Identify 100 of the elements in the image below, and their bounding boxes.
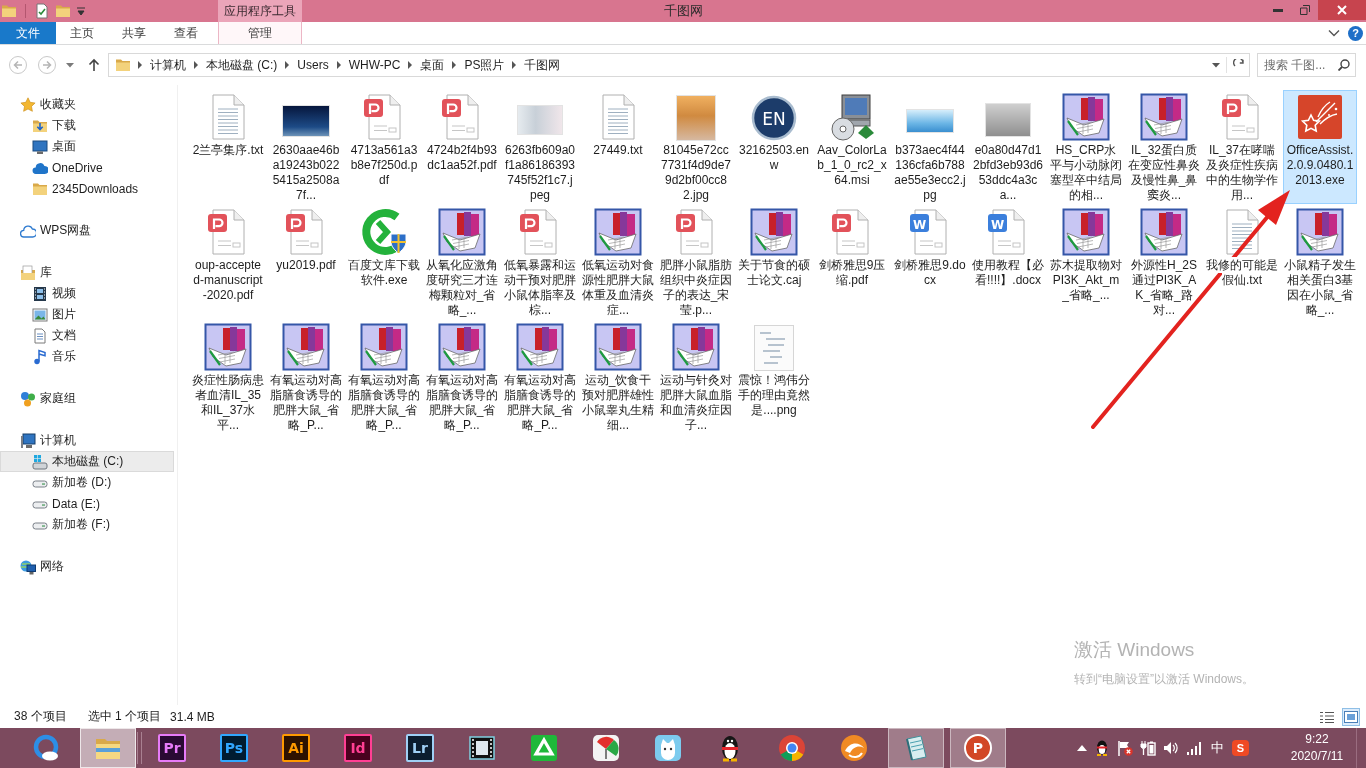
film-icon: [32, 285, 48, 302]
speaker-icon[interactable]: [1163, 740, 1179, 756]
large-icons-view-icon: [1344, 710, 1358, 723]
file-item[interactable]: EN 32162503.enw: [737, 90, 811, 204]
file-item[interactable]: 我修的可能是假仙.txt: [1205, 205, 1279, 319]
properties-icon[interactable]: [34, 3, 50, 19]
nav-item[interactable]: Data (E:): [0, 493, 174, 514]
nav-item[interactable]: 本地磁盘 (C:): [0, 451, 174, 472]
clock[interactable]: 9:22 2020/7/11: [1286, 728, 1348, 768]
penguin-icon[interactable]: [1094, 740, 1110, 756]
books-icon: [1140, 208, 1188, 256]
photo-placeholder: [906, 109, 954, 133]
cloud-icon: [20, 222, 36, 239]
nav-item[interactable]: 家庭组: [0, 388, 174, 409]
breadcrumb-item[interactable]: 桌面: [419, 56, 446, 74]
nav-item[interactable]: 计算机: [0, 430, 174, 451]
selection-count: 选中 1 个项目: [87, 708, 162, 725]
books-icon: [438, 323, 486, 371]
flag-error-icon[interactable]: [1117, 740, 1133, 756]
file-item[interactable]: OfficeAssist.2.0.9.0480.12013.exe: [1283, 90, 1357, 204]
nav-item[interactable]: 视频: [0, 283, 174, 304]
file-item[interactable]: 震惊！鸿伟分手的理由竟然是....png: [737, 320, 811, 434]
file-item[interactable]: W 使用教程【必看!!!!】.docx: [971, 205, 1045, 319]
taskbar-button[interactable]: Lr: [392, 728, 448, 768]
address-bar[interactable]: 计算机 本地磁盘 (C:) Users WHW-PC 桌面 PS照片 千图网: [108, 53, 1250, 77]
file-item[interactable]: 剑桥雅思9压缩.pdf: [815, 205, 889, 319]
chevron-down-icon[interactable]: [1328, 29, 1340, 37]
input-mode-indicator[interactable]: 中: [1209, 739, 1225, 757]
taskbar-button[interactable]: Ai: [268, 728, 324, 768]
books-icon: [438, 208, 486, 256]
ribbon-tab[interactable]: 管理: [218, 22, 302, 44]
nav-item[interactable]: 新加卷 (D:): [0, 472, 174, 493]
chevron-right-icon: [407, 61, 414, 69]
up-arrow-icon[interactable]: [88, 58, 100, 72]
file-item[interactable]: yu2019.pdf: [269, 205, 343, 319]
nav-item[interactable]: 2345Downloads: [0, 178, 174, 199]
breadcrumb-item[interactable]: 本地磁盘 (C:): [205, 56, 279, 74]
nav-item[interactable]: 新加卷 (F:): [0, 514, 174, 535]
file-item[interactable]: oup-accepted-manuscript-2020.pdf: [191, 205, 265, 319]
file-item[interactable]: 2兰亭集序.txt: [191, 90, 265, 204]
books-icon: [360, 323, 408, 371]
books-icon: [1062, 93, 1110, 141]
file-item[interactable]: 外源性H_2S通过PI3K_AK_省略_路对...: [1127, 205, 1201, 319]
nav-item[interactable]: 下载: [0, 115, 174, 136]
file-item[interactable]: W 剑桥雅思9.docx: [893, 205, 967, 319]
round-logo-icon: EN: [751, 95, 797, 141]
taskbar-button[interactable]: Ps: [206, 728, 262, 768]
breadcrumb-item[interactable]: PS照片: [463, 56, 506, 74]
nav-item[interactable]: 图片: [0, 304, 174, 325]
file-item[interactable]: 百度文库下载软件.exe: [347, 205, 421, 319]
file-tab[interactable]: 文件: [0, 22, 56, 44]
file-item[interactable]: 4713a561a3b8e7f250d.pdf: [347, 90, 421, 204]
ribbon-tab[interactable]: 主页: [56, 22, 108, 44]
nav-item[interactable]: 库: [0, 262, 174, 283]
taskbar-button[interactable]: Id: [330, 728, 386, 768]
chevron-right-icon: [193, 61, 199, 69]
installer-icon: [828, 93, 876, 141]
caret-up-icon[interactable]: [1077, 745, 1087, 751]
breadcrumb-item[interactable]: 计算机: [149, 56, 187, 74]
nav-item[interactable]: 网络: [0, 556, 174, 577]
view-button[interactable]: [1342, 707, 1360, 726]
restore-icon: [1299, 5, 1310, 15]
circle-logo-icon: [778, 734, 806, 762]
breadcrumb-item[interactable]: Users: [296, 56, 330, 74]
nav-item[interactable]: OneDrive: [0, 157, 174, 178]
signal-icon[interactable]: [1186, 740, 1202, 756]
triangle-logo-icon: [530, 734, 558, 762]
search-field[interactable]: 搜索 千图...: [1257, 53, 1356, 77]
nav-item[interactable]: 音乐: [0, 346, 174, 367]
photo-placeholder: [676, 95, 716, 141]
close-button[interactable]: [1318, 0, 1366, 20]
caret-down-icon[interactable]: [66, 62, 74, 68]
computer-icon: [20, 432, 36, 449]
breadcrumb-item[interactable]: WHW-PC: [347, 56, 402, 74]
item-count: 38 个项目: [14, 708, 67, 725]
chevron-right-icon: [137, 61, 143, 69]
ribbon-tab[interactable]: 查看: [160, 22, 212, 44]
document-thumbnail: [754, 325, 794, 371]
file-item[interactable]: Aav_ColorLab_1_0_rc2_x64.msi: [815, 90, 889, 204]
input-method-icon[interactable]: S: [1232, 740, 1249, 756]
nav-item[interactable]: 文档: [0, 325, 174, 346]
taskbar-button[interactable]: Pr: [144, 728, 200, 768]
file-item[interactable]: 关于节食的硕士论文.caj: [737, 205, 811, 319]
books-icon: [516, 323, 564, 371]
nav-item[interactable]: 桌面: [0, 136, 174, 157]
file-item[interactable]: 2630aae46ba19243b0225415a2508a7f...: [269, 90, 343, 204]
taskbar-button[interactable]: P: [950, 728, 1006, 768]
help-button[interactable]: ?: [1348, 25, 1363, 41]
plug-battery-icon[interactable]: [1140, 740, 1156, 756]
nav-item[interactable]: WPS网盘: [0, 220, 174, 241]
file-item[interactable]: 苏木提取物对PI3K_Akt_m_省略_...: [1049, 205, 1123, 319]
ribbon-tab[interactable]: 共享: [108, 22, 160, 44]
nav-item[interactable]: 收藏夹: [0, 94, 174, 115]
books-icon: [1140, 93, 1188, 141]
breadcrumb-item[interactable]: 千图网: [523, 56, 562, 74]
file-item[interactable]: 4724b2f4b93dc1aa52f.pdf: [425, 90, 499, 204]
caret-down-icon[interactable]: [76, 6, 86, 16]
caret-down-icon[interactable]: [1212, 62, 1220, 68]
file-item[interactable]: 27449.txt: [581, 90, 655, 204]
minimize-icon: [1272, 8, 1283, 12]
